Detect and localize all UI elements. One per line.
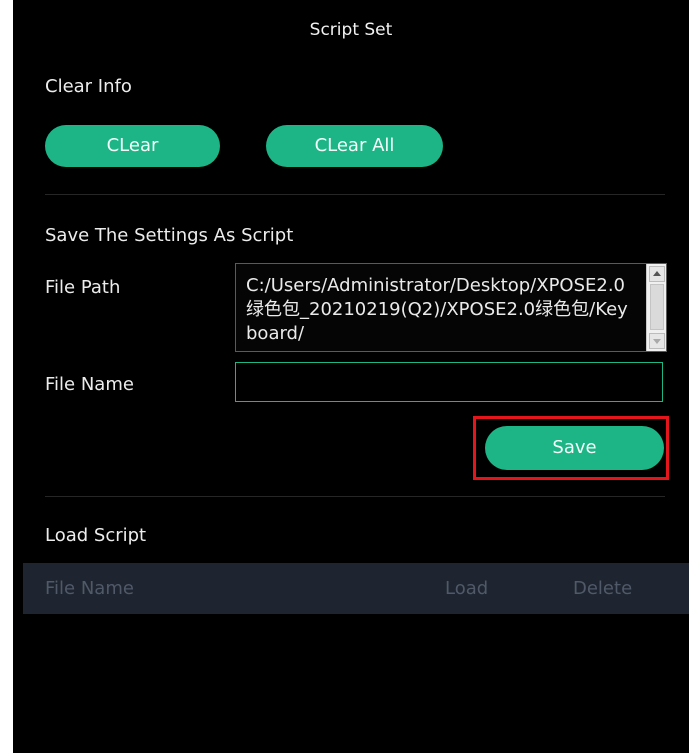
column-header-load: Load <box>445 578 489 599</box>
file-path-field[interactable]: C:/Users/Administrator/Desktop/XPOSE2.0绿… <box>235 263 667 352</box>
script-set-dialog: Script Set Clear Info CLear CLear All Sa… <box>13 0 689 753</box>
file-path-text: C:/Users/Administrator/Desktop/XPOSE2.0绿… <box>246 275 628 344</box>
load-script-heading: Load Script <box>45 525 147 546</box>
file-path-label: File Path <box>45 277 121 298</box>
column-header-delete: Delete <box>573 578 633 599</box>
scroll-up-arrow-icon[interactable] <box>649 266 665 282</box>
script-table-body <box>23 614 689 753</box>
column-header-file-name: File Name <box>45 578 134 599</box>
clear-button[interactable]: CLear <box>45 125 220 167</box>
file-name-input[interactable] <box>235 362 663 402</box>
script-table-header: File Name Load Delete <box>23 563 689 614</box>
file-path-scrollbar[interactable] <box>646 264 666 351</box>
section-divider <box>45 194 665 195</box>
scroll-thumb[interactable] <box>650 284 664 330</box>
file-name-label: File Name <box>45 374 134 395</box>
dialog-title: Script Set <box>309 20 393 40</box>
save-settings-heading: Save The Settings As Script <box>45 225 294 246</box>
section-divider <box>45 496 665 497</box>
save-highlight-box <box>473 416 669 480</box>
clear-info-heading: Clear Info <box>45 76 132 97</box>
clear-all-button[interactable]: CLear All <box>266 125 443 167</box>
scroll-down-arrow-icon[interactable] <box>649 333 665 349</box>
